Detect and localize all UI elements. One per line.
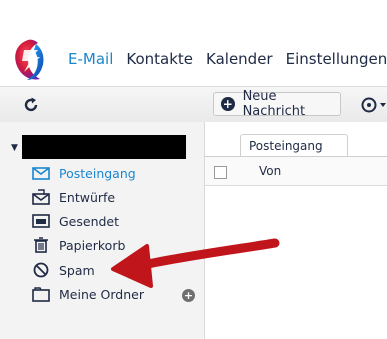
nav-calendar-link[interactable]: Kalender [206,50,273,68]
folder-spam[interactable]: Spam [32,260,95,280]
folder-sent-label: Gesendet [59,213,120,229]
plus-icon: + [221,97,235,111]
swisscom-logo-icon[interactable] [10,38,50,82]
folder-icon [32,287,50,302]
main-nav: E-Mail Kontakte Kalender Einstellungen [68,50,387,68]
column-from-header[interactable]: Von [259,164,281,178]
drafts-icon [32,189,50,205]
folder-inbox-label: Posteingang [59,165,136,181]
account-name-redacted[interactable] [22,135,186,159]
gear-dropdown-icon[interactable] [360,96,387,114]
top-navigation-bar: E-Mail Kontakte Kalender Einstellungen [0,0,387,86]
trash-icon [34,237,48,253]
folder-inbox[interactable]: Posteingang [32,163,136,183]
nav-settings-link[interactable]: Einstellungen [286,50,387,68]
folder-drafts-label: Entwürfe [59,189,116,205]
account-collapse-icon[interactable]: ▼ [11,143,18,153]
nav-contacts-link[interactable]: Kontakte [126,50,193,68]
refresh-icon[interactable] [22,96,40,114]
add-folder-icon[interactable]: + [182,289,195,302]
new-message-button[interactable]: + Neue Nachricht [213,89,341,119]
tab-inbox[interactable]: Posteingang [240,134,348,156]
spam-icon [33,262,49,278]
new-message-label: Neue Nachricht [242,89,306,119]
sent-icon [32,214,50,228]
message-list-header: Von [205,156,387,186]
nav-email-link[interactable]: E-Mail [68,50,113,68]
folder-sidebar: ▼ Posteingang Entwürfe Gesendet Papierko… [0,122,205,339]
message-list-panel: Posteingang Von [205,122,387,339]
inbox-icon [32,167,50,180]
folder-sent[interactable]: Gesendet [32,211,119,231]
folder-drafts[interactable]: Entwürfe [32,187,115,207]
mail-toolbar: + Neue Nachricht [0,86,387,124]
select-all-checkbox[interactable] [214,166,227,179]
annotation-arrow-icon [111,238,280,288]
folder-spam-label: Spam [59,262,95,278]
